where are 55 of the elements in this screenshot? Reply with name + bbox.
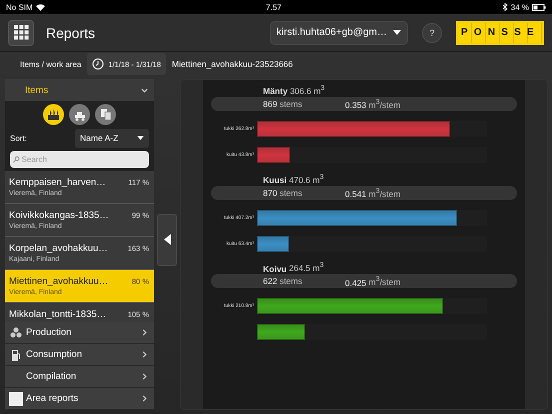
item-name: Miettinen_avohakkuu…	[9, 276, 108, 287]
chevron-down-icon	[141, 86, 148, 94]
blank-square-icon	[8, 392, 22, 406]
report-menu-item[interactable]: Compilation	[5, 366, 154, 388]
account-dropdown[interactable]: kirsti.huhta06+gb@gm…	[270, 20, 408, 44]
search-icon	[13, 156, 20, 163]
documents-icon	[100, 108, 112, 121]
stems-count: 622 stems	[263, 276, 304, 286]
sort-label: Sort:	[10, 134, 27, 142]
chevron-right-icon	[141, 373, 148, 380]
filter-button[interactable]	[95, 104, 116, 125]
filter-button[interactable]	[69, 104, 90, 125]
chevron-right-icon	[141, 351, 148, 358]
volume-per-stem: 0.541 m$^{3}$/stem	[345, 186, 402, 199]
apps-menu-button[interactable]	[8, 20, 34, 46]
items-section-header[interactable]: Items	[5, 79, 154, 101]
battery-icon	[532, 4, 546, 10]
stems-count: 870 stems	[263, 188, 304, 198]
left-triangle-icon	[164, 234, 170, 245]
search-field[interactable]: Search	[10, 151, 149, 168]
volume-per-stem: 0.425 m$^{3}$/stem	[345, 276, 402, 288]
sort-dropdown[interactable]: Name A-Z	[75, 128, 149, 148]
chevron-right-icon	[141, 329, 148, 336]
species-title: Mänty 306.6 m$^{3}$	[262, 84, 326, 96]
page-title: Reports	[46, 24, 96, 40]
logo: PONSSE	[458, 22, 542, 42]
carrier-text: No SIM	[6, 2, 33, 12]
help-button[interactable]: ?	[422, 22, 442, 42]
report-menu-item[interactable]: Production	[5, 322, 154, 344]
species-title: Koivu 264.5 m$^{3}$	[262, 262, 325, 274]
item-name: Mikkolan_tontti-1835…	[9, 309, 106, 320]
breadcrumb-label: Items / work area	[20, 60, 82, 68]
fuel-icon	[10, 348, 20, 360]
battery-text: 34 %	[510, 2, 529, 12]
logs-icon	[10, 327, 22, 338]
clock-text: 7.57	[266, 2, 282, 12]
chevron-right-icon	[141, 395, 148, 402]
item-name: Kemppaisen_harven…	[9, 177, 106, 188]
clock-icon	[92, 58, 104, 70]
item-name: Korpelan_avohakkuu…	[9, 243, 108, 254]
caret-icon	[137, 136, 144, 140]
report-menu-item[interactable]: Area reports	[5, 388, 154, 410]
caret-icon	[393, 30, 401, 35]
wifi-icon	[36, 4, 45, 10]
item-name: Koivikkokangas-1835…	[9, 210, 109, 221]
report-menu-item[interactable]: Consumption	[5, 344, 154, 366]
stems-count: 869 stems	[263, 98, 304, 109]
work-area-name: Miettinen_avohakkuu-23523666	[172, 59, 293, 69]
volume-per-stem: 0.353 m$^{3}$/stem	[345, 98, 402, 110]
filter-button[interactable]	[43, 104, 64, 125]
bluetooth-icon	[502, 3, 508, 11]
grid-icon	[14, 25, 28, 40]
search-input[interactable]: Search	[22, 155, 146, 164]
collapse-sidebar-button[interactable]	[157, 214, 177, 266]
species-title: Kuusi 470.6 m$^{3}$	[262, 172, 325, 185]
